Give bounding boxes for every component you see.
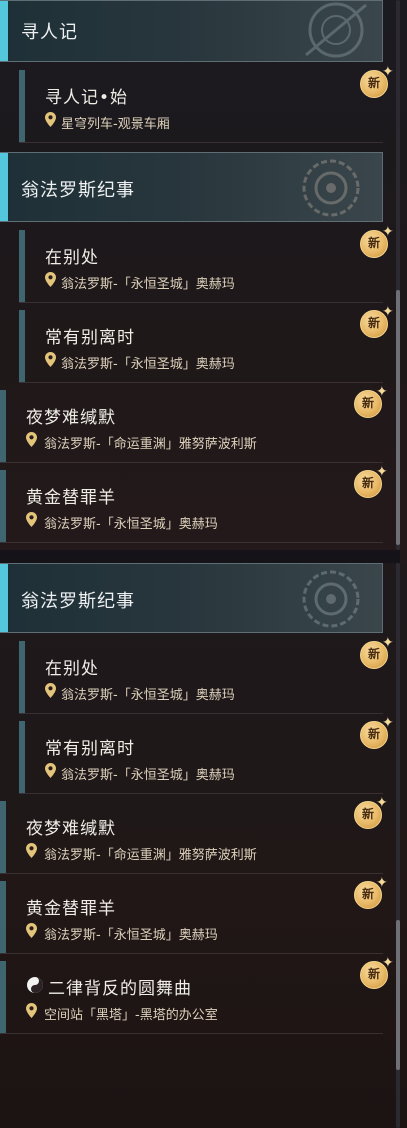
emblem-icon	[302, 570, 360, 628]
category-title: 翁法罗斯纪事	[21, 180, 135, 201]
quest-bar	[0, 961, 6, 1033]
location-pin-icon	[45, 683, 56, 698]
new-badge: 新 ✦	[354, 875, 392, 912]
quest-name: 寻人记•始	[45, 88, 129, 108]
emblem-icon	[302, 159, 360, 217]
sparkle-icon: ✦	[382, 955, 394, 971]
scrollbar-thumb[interactable]	[396, 290, 400, 545]
header-accent	[0, 153, 8, 221]
category-header-wengfaluosi[interactable]: 翁法罗斯纪事	[0, 152, 383, 222]
quest-name: 夜梦难缄默	[26, 819, 116, 839]
quest-item[interactable]: 黄金替罪羊 翁法罗斯-「永恒圣城」奥赫玛	[0, 470, 383, 543]
quest-item[interactable]: 二律背反的圆舞曲 空间站「黑塔」-黑塔的办公室	[0, 961, 383, 1034]
category-title: 寻人记	[21, 22, 78, 43]
location-pin-icon	[26, 432, 37, 447]
emblem-icon	[305, 2, 367, 58]
category-header-wengfaluosi[interactable]: 翁法罗斯纪事	[0, 563, 383, 633]
location-pin-icon	[26, 512, 37, 527]
location-pin-icon	[45, 112, 56, 127]
new-badge: 新 ✦	[360, 224, 398, 261]
header-accent	[0, 564, 8, 632]
new-badge: 新 ✦	[354, 464, 392, 501]
location-pin-icon	[45, 352, 56, 367]
quest-name: 常有别离时	[45, 328, 135, 348]
category-header-xunrenji[interactable]: 寻人记	[0, 0, 383, 62]
quest-name: 在别处	[45, 659, 99, 679]
quest-location: 翁法罗斯-「永恒圣城」奥赫玛	[61, 688, 235, 703]
location-pin-icon	[45, 763, 56, 778]
sparkle-icon: ✦	[382, 635, 394, 651]
sparkle-icon: ✦	[382, 304, 394, 320]
category-title: 翁法罗斯纪事	[21, 591, 135, 612]
location-pin-icon	[26, 923, 37, 938]
quest-location: 翁法罗斯-「命运重渊」雅努萨波利斯	[44, 848, 257, 863]
quest-location: 翁法罗斯-「永恒圣城」奥赫玛	[44, 928, 218, 943]
quest-name: 二律背反的圆舞曲	[48, 979, 192, 999]
quest-list-bottom[interactable]: 翁法罗斯纪事 在别处 翁法罗斯-「永恒圣城」奥赫玛 常有别离时 翁法罗斯-「永恒…	[0, 563, 395, 1128]
location-pin-icon	[45, 272, 56, 287]
quest-location: 翁法罗斯-「永恒圣城」奥赫玛	[61, 768, 235, 783]
quest-type-icon	[27, 977, 43, 993]
scrollbar-thumb[interactable]	[396, 920, 400, 1070]
quest-item[interactable]: 在别处 翁法罗斯-「永恒圣城」奥赫玛	[19, 230, 383, 303]
new-badge: 新 ✦	[360, 955, 398, 992]
panel-divider	[0, 550, 400, 563]
quest-item[interactable]: 常有别离时 翁法罗斯-「永恒圣城」奥赫玛	[19, 721, 383, 794]
quest-item[interactable]: 黄金替罪羊 翁法罗斯-「永恒圣城」奥赫玛	[0, 881, 383, 954]
quest-bar	[19, 641, 25, 713]
quest-name: 黄金替罪羊	[26, 899, 116, 919]
sparkle-icon: ✦	[376, 464, 388, 480]
quest-bar	[0, 470, 6, 542]
quest-location: 翁法罗斯-「命运重渊」雅努萨波利斯	[44, 437, 257, 452]
quest-item[interactable]: 夜梦难缄默 翁法罗斯-「命运重渊」雅努萨波利斯	[0, 801, 383, 874]
sparkle-icon: ✦	[376, 384, 388, 400]
sparkle-icon: ✦	[382, 64, 394, 80]
quest-bar	[0, 801, 6, 873]
quest-item[interactable]: 寻人记•始 星穹列车-观景车厢	[19, 70, 383, 143]
location-pin-icon	[26, 1003, 37, 1018]
quest-location: 翁法罗斯-「永恒圣城」奥赫玛	[44, 517, 218, 532]
location-pin-icon	[26, 843, 37, 858]
new-badge: 新 ✦	[354, 795, 392, 832]
sparkle-icon: ✦	[376, 795, 388, 811]
quest-bar	[19, 721, 25, 793]
sparkle-icon: ✦	[376, 875, 388, 891]
quest-bar	[19, 310, 25, 382]
sparkle-icon: ✦	[382, 224, 394, 240]
quest-name: 在别处	[45, 248, 99, 268]
quest-log-screen: 寻人记 寻人记•始 星穹列车-观景车厢 翁法罗斯纪事 在别处 翁法罗斯-「永恒圣…	[0, 0, 407, 1128]
quest-location: 星穹列车-观景车厢	[61, 117, 170, 132]
quest-bar	[0, 881, 6, 953]
new-badge: 新 ✦	[354, 384, 392, 421]
quest-item[interactable]: 常有别离时 翁法罗斯-「永恒圣城」奥赫玛	[19, 310, 383, 383]
new-badge: 新 ✦	[360, 304, 398, 341]
quest-name: 黄金替罪羊	[26, 488, 116, 508]
header-accent	[0, 1, 8, 61]
quest-list-top[interactable]: 寻人记 寻人记•始 星穹列车-观景车厢 翁法罗斯纪事 在别处 翁法罗斯-「永恒圣…	[0, 0, 395, 550]
new-badge: 新 ✦	[360, 64, 398, 101]
quest-location: 翁法罗斯-「永恒圣城」奥赫玛	[61, 277, 235, 292]
quest-item[interactable]: 在别处 翁法罗斯-「永恒圣城」奥赫玛	[19, 641, 383, 714]
quest-bar	[19, 230, 25, 302]
quest-name: 常有别离时	[45, 739, 135, 759]
quest-location: 空间站「黑塔」-黑塔的办公室	[44, 1008, 218, 1023]
quest-location: 翁法罗斯-「永恒圣城」奥赫玛	[61, 357, 235, 372]
new-badge: 新 ✦	[360, 635, 398, 672]
quest-item[interactable]: 夜梦难缄默 翁法罗斯-「命运重渊」雅努萨波利斯	[0, 390, 383, 463]
sparkle-icon: ✦	[382, 715, 394, 731]
quest-bar	[0, 390, 6, 462]
quest-name: 夜梦难缄默	[26, 408, 116, 428]
quest-bar	[19, 70, 25, 142]
new-badge: 新 ✦	[360, 715, 398, 752]
